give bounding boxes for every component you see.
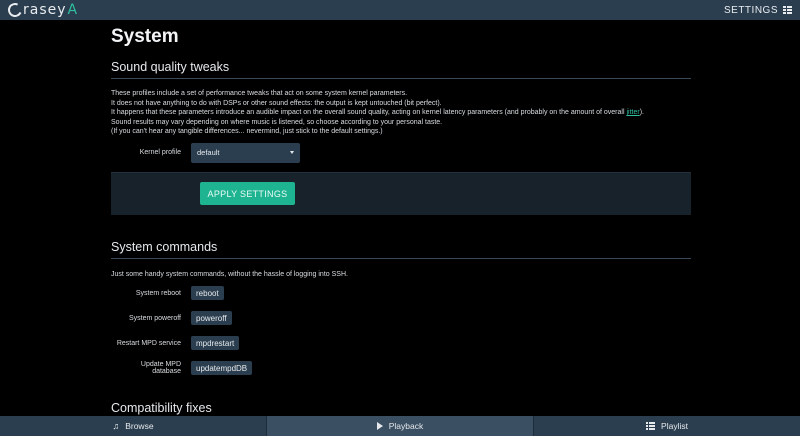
bottom-navbar: ♫ Browse Playback Playlist (0, 416, 800, 436)
play-icon (376, 422, 383, 430)
tab-label: Playback (388, 421, 424, 431)
reboot-button[interactable]: reboot (191, 286, 224, 300)
section-title-sound-quality: Sound quality tweaks (111, 60, 691, 79)
poweroff-button[interactable]: poweroff (191, 311, 232, 325)
command-row-reboot: System reboot reboot (111, 285, 691, 302)
jitter-link[interactable]: jitter (626, 109, 639, 116)
command-row-poweroff: System poweroff poweroff (111, 310, 691, 327)
command-label: Restart MPD service (116, 339, 181, 347)
chevron-down-icon (290, 151, 294, 154)
list-icon (646, 422, 656, 430)
desc-line-end: ). (639, 109, 644, 116)
system-commands-intro: Just some handy system commands, without… (111, 270, 348, 278)
command-row-updatempddb: Update MPD database updatempdDB (111, 360, 691, 377)
desc-line: These profiles include a set of performa… (111, 90, 408, 97)
settings-label: SETTINGS (723, 4, 778, 16)
apply-settings-button[interactable]: APPLY SETTINGS (200, 182, 295, 205)
command-row-mpdrestart: Restart MPD service mpdrestart (111, 335, 691, 352)
desc-line: Sound results may vary depending on wher… (111, 118, 443, 126)
menu-list-icon (783, 6, 792, 14)
top-navbar: rasey A SETTINGS (0, 0, 800, 20)
tab-label: Playlist (661, 421, 688, 431)
tab-playlist[interactable]: Playlist (534, 416, 800, 436)
section-title-compatibility: Compatibility fixes (111, 401, 691, 417)
tab-browse[interactable]: ♫ Browse (0, 416, 267, 436)
sound-quality-description: These profiles include a set of performa… (111, 89, 691, 137)
logo-mark-icon (6, 1, 24, 19)
music-note-icon: ♫ (112, 421, 120, 431)
command-label: Update MPD database (140, 361, 181, 375)
kernel-profile-select[interactable]: default (191, 142, 300, 163)
page-title: System (111, 26, 179, 47)
tab-playback[interactable]: Playback (267, 416, 534, 436)
commands-list: System reboot reboot System poweroff pow… (111, 285, 691, 377)
desc-line: It happens that these parameters introdu… (111, 108, 691, 118)
kernel-profile-label: Kernel profile (139, 149, 181, 156)
desc-line: (If you can't hear any tangible differen… (111, 128, 383, 135)
logo-accent: A (67, 2, 79, 18)
desc-line: It does not have anything to do with DSP… (111, 99, 442, 107)
updatempddb-button[interactable]: updatempdDB (191, 361, 253, 375)
settings-menu-button[interactable]: SETTINGS (724, 5, 792, 16)
command-label: System reboot (135, 289, 181, 297)
mpdrestart-button[interactable]: mpdrestart (191, 336, 240, 350)
form-actions-panel: APPLY SETTINGS (111, 171, 691, 215)
main-content: System Sound quality tweaks These profil… (111, 20, 691, 416)
kernel-profile-value: default (197, 148, 220, 157)
app-logo[interactable]: rasey A (6, 1, 79, 19)
logo-text: rasey (23, 2, 67, 18)
desc-line-text: It happens that these parameters introdu… (111, 109, 627, 116)
section-title-system-commands: System commands (111, 240, 691, 259)
command-label: System poweroff (128, 314, 181, 322)
tab-label: Browse (125, 421, 154, 431)
kernel-profile-row: Kernel profile default (111, 142, 691, 163)
